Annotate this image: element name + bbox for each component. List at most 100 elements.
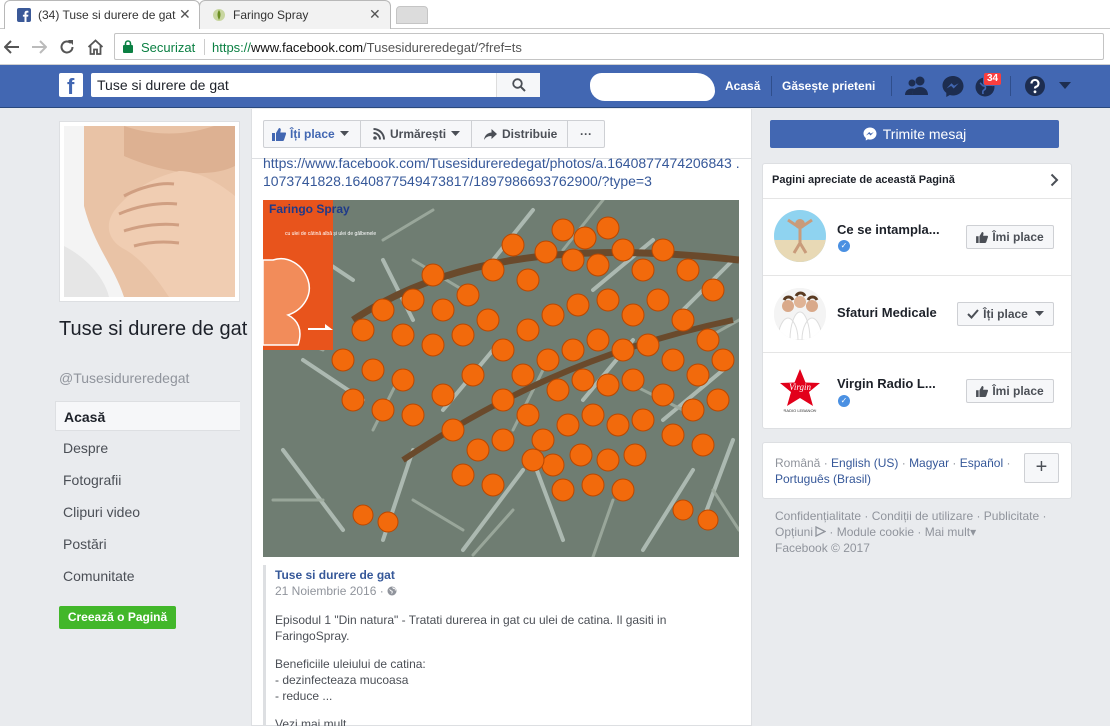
tab-title: (34) Tuse si durere de gat xyxy=(38,8,176,22)
embed-page-name[interactable]: Tuse si durere de gat xyxy=(275,568,395,582)
footer-more[interactable]: Mai mult xyxy=(925,525,970,539)
home-icon[interactable] xyxy=(85,37,105,57)
send-message-button[interactable]: Trimite mesaj xyxy=(770,120,1059,148)
like-page-label: Îți place xyxy=(290,127,335,141)
virgin-logo-sub: RADIO LEBANON xyxy=(784,408,817,413)
follow-label: Urmărești xyxy=(390,127,447,141)
adchoices-icon xyxy=(815,525,827,538)
language-english[interactable]: English (US) xyxy=(831,456,898,470)
left-nav-about[interactable]: Despre xyxy=(55,433,240,463)
liked-page-avatar[interactable]: Virgin RADIO LEBANON xyxy=(774,365,826,417)
footer-cookies[interactable]: Module cookie xyxy=(837,525,914,539)
account-menu-caret-icon[interactable] xyxy=(1059,82,1071,90)
page-profile-picture[interactable] xyxy=(59,121,240,302)
create-page-button[interactable]: Creează o Pagină xyxy=(59,606,176,629)
leaf-favicon-icon xyxy=(213,9,225,21)
reload-icon[interactable] xyxy=(57,37,77,57)
browser-tab-facebook[interactable]: (34) Tuse si durere de gat ✕ xyxy=(4,0,200,29)
embed-paragraph-2: Beneficiile uleiului de catina: - dezinf… xyxy=(275,657,426,703)
post-link[interactable]: https://www.facebook.com/Tusesidureredeg… xyxy=(263,154,743,190)
liked-page-avatar[interactable] xyxy=(774,288,826,340)
chevron-down-icon xyxy=(339,131,349,136)
see-more-link[interactable]: Vezi mai mult xyxy=(275,716,735,726)
browser-tab-faringo[interactable]: Faringo Spray ✕ xyxy=(199,0,391,29)
verified-badge-icon: ✓ xyxy=(838,395,850,407)
image-brand-text: Faringo Spray xyxy=(269,202,350,216)
tab-close-icon[interactable]: ✕ xyxy=(179,6,191,23)
address-bar[interactable]: Securizat https://www.facebook.com/Tuses… xyxy=(114,33,1104,60)
messenger-icon[interactable] xyxy=(940,74,966,98)
forward-arrow-icon[interactable] xyxy=(29,37,49,57)
chevron-down-icon xyxy=(451,131,461,136)
url-path: /Tusesidureredegat/?fref=ts xyxy=(363,40,522,55)
messenger-bolt-icon xyxy=(863,127,877,141)
page-footer: Confidențialitate · Condiții de utilizar… xyxy=(775,509,1047,555)
footer-ads[interactable]: Publicitate xyxy=(984,509,1039,523)
more-languages-button[interactable]: + xyxy=(1024,453,1059,483)
search-box xyxy=(91,73,540,97)
page-handle[interactable]: @Tusesidureredegat xyxy=(59,370,189,386)
sea-buckthorn-photo: Faringo Spray cu ulei de cătină albă și … xyxy=(263,200,739,557)
footer-privacy[interactable]: Confidențialitate xyxy=(775,509,861,523)
left-nav-photos[interactable]: Fotografii xyxy=(55,465,240,495)
help-icon[interactable] xyxy=(1022,74,1048,98)
facebook-logo-icon[interactable]: f xyxy=(59,73,83,99)
more-options-button[interactable]: ··· xyxy=(567,120,605,148)
url-host: www.facebook.com xyxy=(251,40,364,55)
nav-find-friends-link[interactable]: Găsește prieteni xyxy=(782,79,875,93)
liked-page-name[interactable]: Virgin Radio L... xyxy=(837,376,949,391)
facebook-favicon-icon xyxy=(17,8,31,22)
search-input[interactable] xyxy=(97,74,497,96)
liked-label: Îți place xyxy=(983,307,1028,321)
doctors-group-image xyxy=(774,288,826,340)
liked-pages-header[interactable]: Pagini apreciate de această Pagină xyxy=(772,174,955,186)
notification-badge: 34 xyxy=(983,72,1003,86)
left-nav-home[interactable]: Acasă xyxy=(55,401,240,431)
liked-page-like-button[interactable]: Îmi place xyxy=(966,225,1054,249)
nav-separator xyxy=(1010,76,1011,96)
nav-separator xyxy=(891,76,892,96)
more-options-label: ··· xyxy=(580,127,592,141)
language-list: Română · English (US) · Magyar · Español… xyxy=(775,456,1011,486)
footer-adchoices[interactable]: Opțiuni xyxy=(775,525,813,539)
left-nav-posts[interactable]: Postări xyxy=(55,529,240,559)
caret-down-icon: ▾ xyxy=(970,525,977,539)
rss-icon xyxy=(373,128,385,140)
liked-page-avatar[interactable] xyxy=(774,210,826,262)
post-image[interactable]: Faringo Spray cu ulei de cătină albă și … xyxy=(263,200,739,557)
friend-requests-icon[interactable] xyxy=(904,74,930,98)
back-arrow-icon[interactable] xyxy=(2,37,22,57)
liked-page-name[interactable]: Sfaturi Medicale xyxy=(837,305,949,320)
language-espanol[interactable]: Español xyxy=(960,456,1003,470)
new-tab-button[interactable] xyxy=(396,6,428,24)
tab-close-icon[interactable]: ✕ xyxy=(369,6,381,23)
left-nav-videos[interactable]: Clipuri video xyxy=(55,497,240,527)
language-portugues[interactable]: Português (Brasil) xyxy=(775,472,871,486)
liked-row-separator xyxy=(763,352,1071,353)
liked-page-like-button[interactable]: Îmi place xyxy=(966,379,1054,403)
left-nav-community[interactable]: Comunitate xyxy=(55,561,240,591)
embed-date-text[interactable]: 21 Noiembrie 2016 · xyxy=(275,584,387,598)
url-scheme: https:// xyxy=(212,40,252,55)
nav-home-link[interactable]: Acasă xyxy=(725,79,760,93)
thumbs-up-icon xyxy=(272,127,286,141)
current-language: Română xyxy=(775,456,821,470)
liked-page-name[interactable]: Ce se intampla... xyxy=(837,222,949,237)
footer-terms[interactable]: Condiții de utilizare xyxy=(872,509,973,523)
follow-button[interactable]: Urmărești xyxy=(360,120,472,148)
chevron-right-icon[interactable] xyxy=(1050,173,1059,187)
share-arrow-icon xyxy=(484,128,497,140)
page-title: Tuse si durere de gat xyxy=(59,318,248,340)
address-separator xyxy=(204,39,205,55)
liked-row-separator xyxy=(763,275,1071,276)
language-magyar[interactable]: Magyar xyxy=(909,456,949,470)
share-button[interactable]: Distribuie xyxy=(471,120,568,148)
like-page-button[interactable]: Îți place xyxy=(263,120,361,148)
search-button[interactable] xyxy=(496,73,540,97)
tab-title: Faringo Spray xyxy=(233,8,309,22)
like-label: Îmi place xyxy=(992,230,1044,244)
image-sub-text: cu ulei de cătină albă și ulei de gălben… xyxy=(285,231,376,237)
footer-copyright: Facebook © 2017 xyxy=(775,541,870,555)
profile-name-redaction xyxy=(590,73,715,101)
liked-page-liked-button[interactable]: Îți place xyxy=(957,302,1054,326)
